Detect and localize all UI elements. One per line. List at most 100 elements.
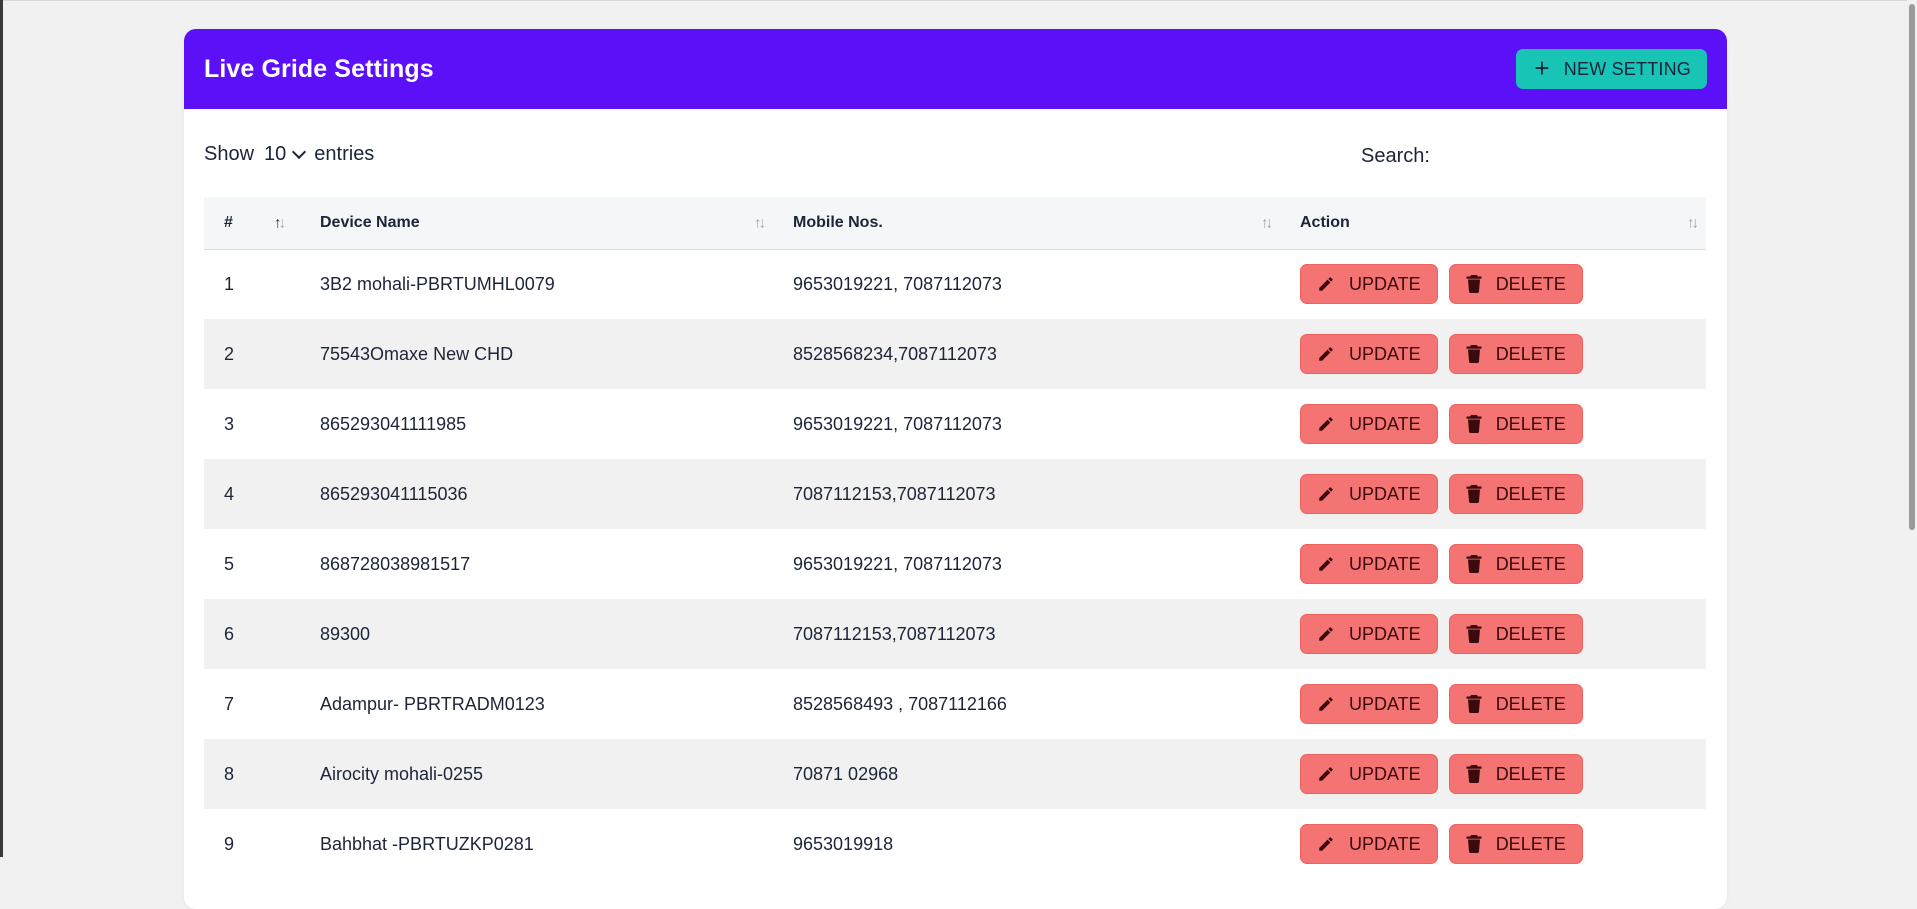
row-actions: UPDATE DELETE	[1300, 614, 1706, 654]
update-label: UPDATE	[1349, 833, 1421, 854]
table-header-row: # ↑↓ Device Name ↑↓ Mobile Nos. ↑↓ Actio…	[204, 197, 1706, 249]
column-label: Mobile Nos.	[793, 213, 883, 231]
row-number: 9	[224, 833, 235, 854]
mobile-nos-cell: 8528568234,7087112073	[793, 343, 997, 364]
trash-icon	[1466, 555, 1482, 573]
mobile-nos-cell: 8528568493 , 7087112166	[793, 693, 1007, 714]
update-button[interactable]: UPDATE	[1300, 824, 1438, 864]
delete-button[interactable]: DELETE	[1448, 264, 1583, 305]
delete-button[interactable]: DELETE	[1448, 754, 1583, 794]
action-cell: UPDATE DELETE	[1280, 249, 1706, 319]
table-body: 1 3B2 mohali-PBRTUMHL0079 9653019221, 7087…	[204, 249, 1706, 879]
device-name-cell: 865293041115036	[320, 483, 468, 504]
mobile-nos-cell: 70871 02968	[793, 763, 899, 784]
column-header-mobile-nos[interactable]: Mobile Nos. ↑↓	[773, 197, 1280, 249]
delete-button[interactable]: DELETE	[1448, 474, 1583, 514]
device-name-cell: 865293041111985	[320, 413, 467, 434]
trash-icon	[1466, 625, 1482, 643]
action-cell: UPDATE DELETE	[1280, 529, 1706, 599]
update-button[interactable]: UPDATE	[1300, 474, 1438, 514]
plus-icon: +	[1534, 53, 1550, 83]
table-row: 3 865293041111985 9653019221, 7087112073 UP…	[204, 389, 1706, 459]
update-button[interactable]: UPDATE	[1300, 684, 1438, 724]
settings-card: Live Gride Settings + NEW SETTING Show 1…	[184, 29, 1727, 909]
delete-button[interactable]: DELETE	[1448, 684, 1583, 724]
table-row: 1 3B2 mohali-PBRTUMHL0079 9653019221, 7087…	[204, 249, 1706, 319]
delete-label: DELETE	[1495, 413, 1566, 434]
column-label: #	[224, 213, 233, 231]
trash-icon	[1466, 695, 1482, 713]
update-button[interactable]: UPDATE	[1300, 334, 1438, 374]
pencil-icon	[1317, 275, 1335, 293]
pencil-icon	[1317, 625, 1335, 643]
pencil-icon	[1317, 695, 1335, 713]
page-title: Live Gride Settings	[204, 54, 434, 83]
mobile-nos-cell: 9653019918	[793, 833, 894, 854]
column-header-device-name[interactable]: Device Name ↑↓	[300, 197, 773, 249]
delete-label: DELETE	[1495, 483, 1566, 504]
column-header-number[interactable]: # ↑↓	[204, 197, 300, 249]
delete-button[interactable]: DELETE	[1448, 544, 1583, 584]
new-setting-button[interactable]: + NEW SETTING	[1516, 49, 1707, 89]
table-row: 4 865293041115036 7087112153,7087112073 UPD…	[204, 459, 1706, 529]
update-button[interactable]: UPDATE	[1300, 754, 1438, 794]
action-cell: UPDATE DELETE	[1280, 739, 1706, 809]
chevron-down-icon	[292, 144, 307, 160]
device-name-cell: 75543Omaxe New CHD	[320, 343, 514, 364]
delete-label: DELETE	[1495, 693, 1566, 714]
update-button[interactable]: UPDATE	[1300, 404, 1438, 444]
device-name-cell: 868728038981517	[320, 553, 471, 574]
pencil-icon	[1317, 345, 1335, 363]
device-name-cell: Airocity mohali-0255	[320, 763, 484, 784]
scrollbar[interactable]	[1907, 0, 1917, 857]
delete-button[interactable]: DELETE	[1448, 614, 1583, 654]
sort-arrows-icon: ↑↓	[754, 214, 766, 232]
column-label: Action	[1300, 213, 1350, 231]
row-number: 2	[224, 343, 235, 364]
column-header-action[interactable]: Action ↑↓	[1280, 197, 1706, 249]
trash-icon	[1466, 835, 1482, 853]
entries-select[interactable]: 10	[264, 143, 307, 166]
update-label: UPDATE	[1349, 553, 1421, 574]
action-cell: UPDATE DELETE	[1280, 669, 1706, 739]
table-row: 2 75543Omaxe New CHD 8528568234,7087112073…	[204, 319, 1706, 389]
delete-button[interactable]: DELETE	[1448, 404, 1583, 444]
row-actions: UPDATE DELETE	[1300, 264, 1706, 305]
update-label: UPDATE	[1349, 693, 1421, 714]
row-number: 6	[224, 623, 235, 644]
mobile-nos-cell: 9653019221, 7087112073	[793, 413, 1002, 434]
row-actions: UPDATE DELETE	[1300, 404, 1706, 444]
table-row: 5 868728038981517 9653019221, 7087112073 UP…	[204, 529, 1706, 599]
update-button[interactable]: UPDATE	[1300, 544, 1438, 584]
delete-button[interactable]: DELETE	[1448, 334, 1583, 374]
pencil-icon	[1317, 555, 1335, 573]
row-actions: UPDATE DELETE	[1300, 334, 1706, 374]
row-actions: UPDATE DELETE	[1300, 754, 1706, 794]
pencil-icon	[1317, 485, 1335, 503]
delete-button[interactable]: DELETE	[1448, 824, 1583, 864]
update-label: UPDATE	[1349, 413, 1421, 434]
device-name-cell: 3B2 mohali-PBRTUMHL0079	[320, 273, 555, 294]
scrollbar-thumb[interactable]	[1909, 4, 1915, 530]
trash-icon	[1466, 275, 1482, 294]
search-label: Search:	[1361, 144, 1430, 167]
device-name-cell: 89300	[320, 623, 371, 644]
table-row: 8 Airocity mohali-0255 70871 02968 UPDATE DE…	[204, 739, 1706, 809]
row-number: 5	[224, 553, 235, 574]
row-number: 3	[224, 413, 235, 434]
sort-arrows-icon: ↑↓	[274, 214, 286, 232]
action-cell: UPDATE DELETE	[1280, 319, 1706, 389]
row-number: 1	[224, 273, 235, 294]
column-label: Device Name	[320, 213, 420, 231]
mobile-nos-cell: 7087112153,7087112073	[793, 483, 996, 504]
row-actions: UPDATE DELETE	[1300, 474, 1706, 514]
search-input[interactable]	[1437, 143, 1612, 169]
action-cell: UPDATE DELETE	[1280, 599, 1706, 669]
update-button[interactable]: UPDATE	[1300, 264, 1438, 305]
window-top-border	[3, 0, 1917, 1]
trash-icon	[1466, 765, 1482, 783]
update-button[interactable]: UPDATE	[1300, 614, 1438, 654]
table-row: 9 Bahbhat -PBRTUZKP0281 9653019918 UPDATE DE…	[204, 809, 1706, 879]
update-label: UPDATE	[1349, 763, 1421, 784]
delete-label: DELETE	[1495, 763, 1566, 784]
